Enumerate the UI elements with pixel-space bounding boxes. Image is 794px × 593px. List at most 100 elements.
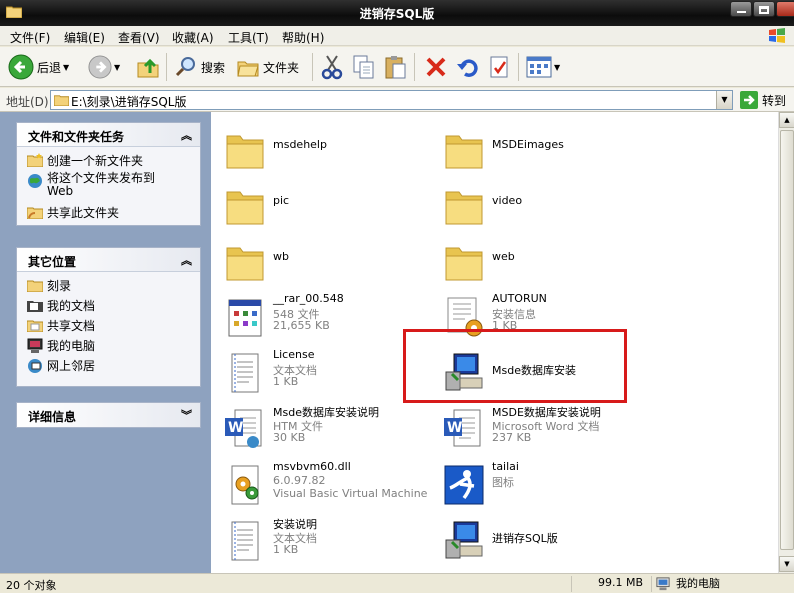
other-places-panel: 其它位置 ︽ 刻录 我的文档 共享文档 我的电脑 网上邻居 xyxy=(16,247,201,387)
address-input[interactable]: E:\刻录\进销存SQL版 ▼ xyxy=(50,90,733,110)
forward-arrow-icon xyxy=(88,55,112,79)
place-network[interactable]: 网上邻居 xyxy=(17,357,200,377)
search-button[interactable]: 搜索 xyxy=(174,52,225,82)
details-header[interactable]: 详细信息 ︾ xyxy=(17,403,200,427)
maximize-button[interactable] xyxy=(753,1,775,17)
svg-text:W: W xyxy=(447,420,462,436)
total-size: 99.1 MB xyxy=(571,576,649,592)
my-documents-icon xyxy=(27,301,43,312)
place-my-computer[interactable]: 我的电脑 xyxy=(17,337,200,357)
expand-icon[interactable]: ︾ xyxy=(181,407,192,423)
file-item[interactable]: tailai 图标 xyxy=(434,458,694,512)
menu-tools[interactable]: 工具(T) xyxy=(224,28,273,47)
properties-button[interactable] xyxy=(488,52,512,82)
menu-file[interactable]: 文件(F) xyxy=(6,28,54,47)
generic-file-icon xyxy=(228,299,262,337)
search-label: 搜索 xyxy=(201,60,226,75)
copy-icon xyxy=(353,55,374,79)
file-item[interactable]: video xyxy=(434,178,694,232)
file-tasks-header[interactable]: 文件和文件夹任务 ︽ xyxy=(17,123,200,147)
collapse-icon[interactable]: ︽ xyxy=(181,252,192,268)
folders-icon xyxy=(237,61,259,77)
back-arrow-icon xyxy=(8,54,34,80)
vertical-scrollbar[interactable]: ▲ ▼ xyxy=(778,112,794,573)
folder-icon xyxy=(226,247,264,281)
folder-icon xyxy=(445,135,483,169)
up-folder-icon xyxy=(137,58,159,78)
forward-dropdown-icon[interactable]: ▼ xyxy=(114,63,120,72)
status-bar: 20 个对象 99.1 MB 我的电脑 xyxy=(0,573,794,593)
status-location: 我的电脑 xyxy=(651,576,794,592)
title-bar: 进销存SQL版 xyxy=(0,0,794,26)
back-button[interactable]: 后退 ▼ xyxy=(8,52,69,82)
highlight-box xyxy=(403,329,627,403)
folder-icon xyxy=(445,247,483,281)
properties-icon xyxy=(490,56,508,78)
toolbar: 后退 ▼ ▼ 搜索 文件夹 ▼ xyxy=(0,47,794,87)
place-shared-documents[interactable]: 共享文档 xyxy=(17,317,200,337)
back-dropdown-icon[interactable]: ▼ xyxy=(63,63,69,72)
folder-icon xyxy=(54,95,69,106)
folder-icon xyxy=(27,280,43,292)
file-item[interactable]: MSDEimages xyxy=(434,122,694,176)
copy-button[interactable] xyxy=(352,52,376,82)
views-dropdown-icon[interactable]: ▼ xyxy=(554,63,560,72)
other-places-header[interactable]: 其它位置 ︽ xyxy=(17,248,200,272)
undo-button[interactable] xyxy=(456,52,480,82)
folder-icon xyxy=(445,191,483,225)
delete-button[interactable] xyxy=(424,52,448,82)
folders-label: 文件夹 xyxy=(263,60,300,75)
forward-button[interactable]: ▼ xyxy=(88,52,120,82)
go-button[interactable]: 转到 xyxy=(740,91,786,109)
delete-icon xyxy=(426,57,446,77)
folder-icon xyxy=(226,191,264,225)
globe-icon xyxy=(28,174,42,188)
address-bar: 地址(D) E:\刻录\进销存SQL版 ▼ 转到 xyxy=(0,88,794,112)
minimize-button[interactable] xyxy=(730,1,752,17)
undo-icon xyxy=(457,59,478,77)
paste-icon xyxy=(385,56,406,79)
views-icon xyxy=(526,56,552,78)
scroll-thumb[interactable] xyxy=(780,130,794,550)
place-my-documents[interactable]: 我的文档 xyxy=(17,297,200,317)
file-item[interactable]: 进销存SQL版 xyxy=(434,514,694,568)
file-item[interactable]: web xyxy=(434,234,694,288)
task-share-folder[interactable]: 共享此文件夹 xyxy=(17,204,200,224)
other-places-title: 其它位置 xyxy=(28,255,77,269)
collapse-icon[interactable]: ︽ xyxy=(181,127,192,143)
text-file-icon xyxy=(231,353,259,393)
menu-help[interactable]: 帮助(H) xyxy=(278,28,328,47)
shared-folder-icon xyxy=(27,320,43,332)
scroll-down-icon[interactable]: ▼ xyxy=(779,556,794,572)
word-html-icon: W xyxy=(225,409,262,448)
folder-icon xyxy=(226,135,264,169)
object-count: 20 个对象 xyxy=(6,579,57,592)
folders-button[interactable]: 文件夹 xyxy=(236,52,299,82)
address-dropdown-icon[interactable]: ▼ xyxy=(716,91,732,109)
cut-button[interactable] xyxy=(320,52,344,82)
views-button[interactable]: ▼ xyxy=(526,52,560,82)
my-computer-icon xyxy=(27,338,43,353)
place-burn[interactable]: 刻录 xyxy=(17,277,200,297)
task-pane: 文件和文件夹任务 ︽ 创建一个新文件夹 将这个文件夹发布到 Web 共享此文件夹 … xyxy=(0,112,211,573)
task-new-folder[interactable]: 创建一个新文件夹 xyxy=(17,152,200,172)
address-path: E:\刻录\进销存SQL版 xyxy=(71,95,187,109)
window-title: 进销存SQL版 xyxy=(359,7,435,21)
word-document-icon: W xyxy=(444,409,481,447)
cut-icon xyxy=(321,55,343,80)
menu-view[interactable]: 查看(V) xyxy=(114,28,164,47)
close-button[interactable] xyxy=(776,1,794,17)
up-folder-button[interactable] xyxy=(136,52,160,82)
menu-favorites[interactable]: 收藏(A) xyxy=(168,28,218,47)
menu-edit[interactable]: 编辑(E) xyxy=(60,28,109,47)
scroll-up-icon[interactable]: ▲ xyxy=(779,112,794,128)
details-title: 详细信息 xyxy=(28,410,77,424)
address-label: 地址(D) xyxy=(6,95,49,109)
task-publish-web[interactable]: 将这个文件夹发布到 Web xyxy=(17,172,200,204)
setup-installer-icon xyxy=(445,521,483,559)
file-item[interactable]: W MSDE数据库安装说明 Microsoft Word 文档 237 KB xyxy=(434,402,694,456)
dll-file-icon xyxy=(231,465,259,505)
paste-button[interactable] xyxy=(384,52,408,82)
text-file-icon xyxy=(231,521,259,561)
file-tasks-title: 文件和文件夹任务 xyxy=(28,130,125,144)
